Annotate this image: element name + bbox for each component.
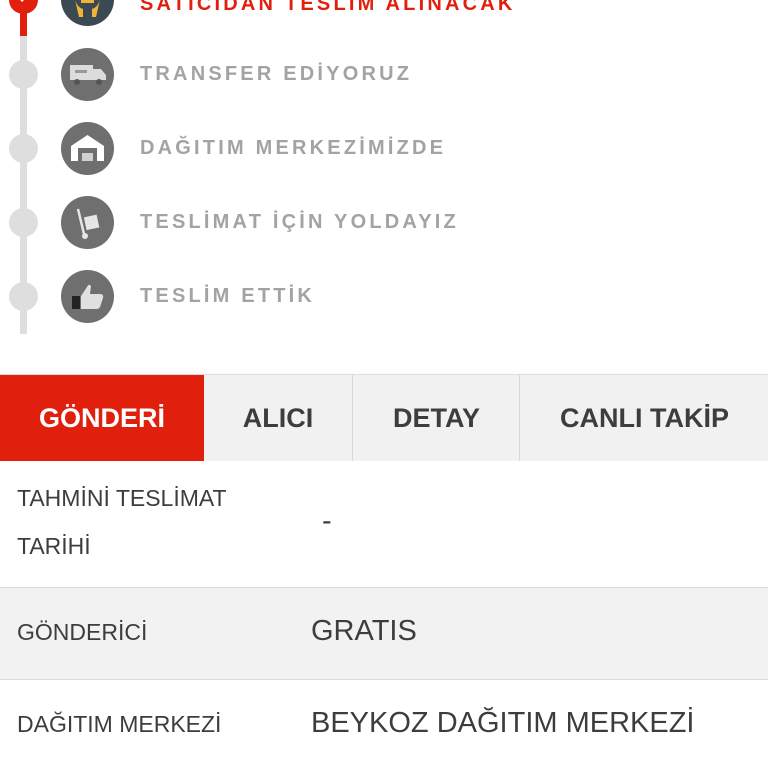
check-icon bbox=[17, 0, 30, 2]
step-label-transfer: TRANSFER EDİYORUZ bbox=[140, 63, 413, 85]
estimated-delivery-row: TAHMİNİ TESLİMAT TARİHİ - bbox=[0, 461, 768, 588]
timeline-dot bbox=[9, 282, 38, 311]
estimated-delivery-label-line2: TARİHİ bbox=[17, 533, 91, 559]
hand-truck-icon bbox=[61, 196, 114, 249]
distribution-center-label: DAĞITIM MERKEZİ bbox=[17, 711, 222, 737]
step-label-out-for-delivery: TESLİMAT İÇİN YOLDAYIZ bbox=[140, 211, 459, 233]
tab-detay[interactable]: DETAY bbox=[352, 375, 520, 461]
timeline-dot bbox=[9, 60, 38, 89]
tab-gonderi[interactable]: GÖNDERİ bbox=[0, 375, 204, 461]
timeline-dot bbox=[9, 208, 38, 237]
detail-tabs: GÖNDERİ ALICI DETAY CANLI TAKİP bbox=[0, 374, 768, 461]
shipment-status-timeline: SATICIDAN TESLİM ALINACAK TRANSFER EDİYO… bbox=[0, 0, 768, 370]
timeline-dot-active bbox=[9, 0, 38, 14]
estimated-delivery-value: - bbox=[322, 505, 332, 537]
distribution-center-value: BEYKOZ DAĞITIM MERKEZİ bbox=[311, 707, 695, 739]
tab-canli-takip[interactable]: CANLI TAKİP bbox=[519, 375, 768, 461]
estimated-delivery-label-line1: TAHMİNİ TESLİMAT bbox=[17, 485, 227, 511]
warehouse-icon bbox=[61, 122, 114, 175]
distribution-center-row: DAĞITIM MERKEZİ BEYKOZ DAĞITIM MERKEZİ bbox=[0, 680, 768, 768]
sender-row: GÖNDERİCİ GRATIS bbox=[0, 588, 768, 680]
sender-label: GÖNDERİCİ bbox=[17, 619, 148, 645]
step-label-picked-up: SATICIDAN TESLİM ALINACAK bbox=[140, 0, 516, 15]
step-label-delivered: TESLİM ETTİK bbox=[140, 285, 316, 307]
step-label-distribution-center: DAĞITIM MERKEZİMİZDE bbox=[140, 137, 447, 159]
truck-icon bbox=[61, 48, 114, 101]
sender-value: GRATIS bbox=[311, 615, 417, 647]
timeline-dot bbox=[9, 134, 38, 163]
tab-alici[interactable]: ALICI bbox=[204, 375, 352, 461]
thumbs-up-icon bbox=[61, 270, 114, 323]
hands-icon bbox=[61, 0, 114, 26]
